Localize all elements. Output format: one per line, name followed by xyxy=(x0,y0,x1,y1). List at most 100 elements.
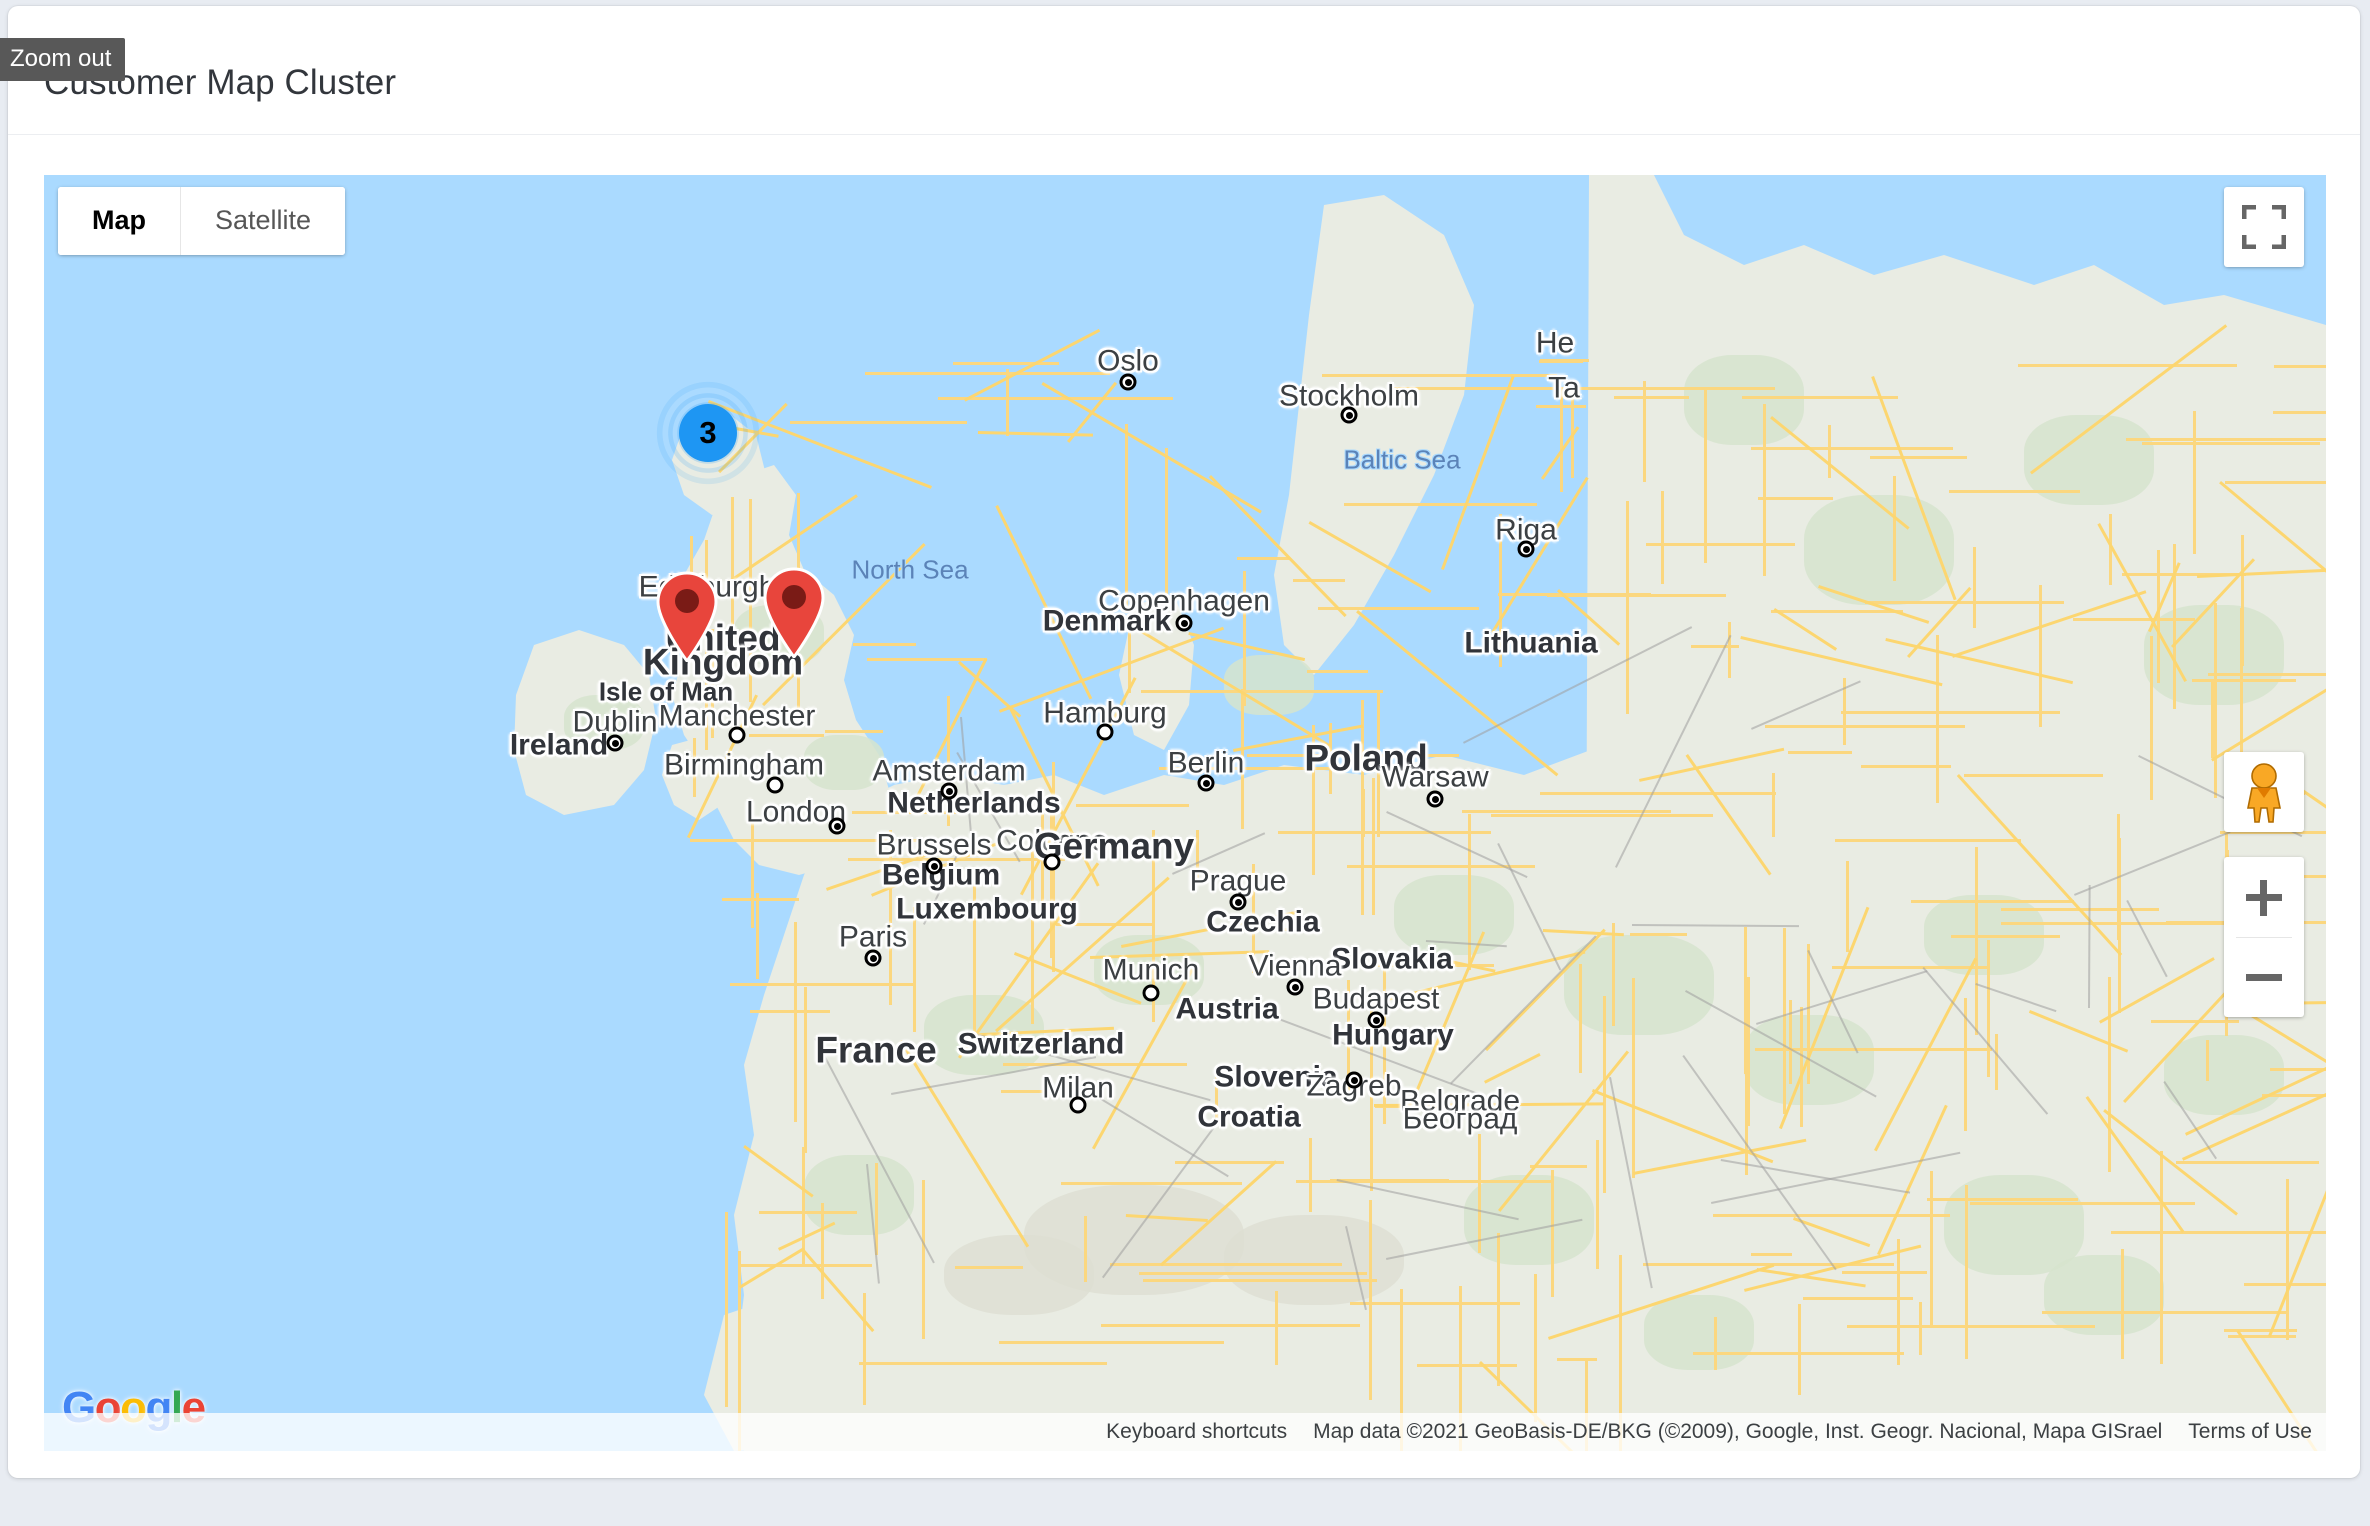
zoom-out-button[interactable] xyxy=(2224,937,2304,1017)
map-terrain xyxy=(1361,788,1365,837)
keyboard-shortcuts-link[interactable]: Keyboard shortcuts xyxy=(1106,1420,1287,1444)
map-terrain xyxy=(1462,809,1672,813)
map-terrain xyxy=(1224,655,1314,715)
terms-of-use-link[interactable]: Terms of Use xyxy=(2188,1420,2312,1444)
map-terrain xyxy=(1692,1352,1904,1356)
map-terrain xyxy=(1965,1185,1969,1359)
city-dot xyxy=(728,726,746,744)
map-terrain xyxy=(2044,1255,2164,1335)
map-attribution-bar: Keyboard shortcuts Map data ©2021 GeoBas… xyxy=(44,1413,2326,1451)
map-terrain xyxy=(1417,1364,1517,1368)
map-terrain xyxy=(1308,1138,1312,1212)
map-terrain xyxy=(2192,678,2296,682)
map-terrain xyxy=(1369,1200,1373,1400)
map-terrain xyxy=(1246,754,1459,758)
customer-pin-wales[interactable] xyxy=(654,570,720,664)
zoom-in-button[interactable] xyxy=(2224,857,2304,937)
fullscreen-icon[interactable] xyxy=(2224,187,2304,267)
map-terrain xyxy=(1055,923,1156,927)
map-terrain xyxy=(1498,514,1502,667)
google-map[interactable]: OsloStockholmBaltic SeaRigaNorth SeaEdin… xyxy=(44,175,2326,1451)
map-terrain xyxy=(1165,447,1169,605)
map-terrain xyxy=(1762,403,1766,577)
zoom-out-tooltip: Zoom out xyxy=(0,38,126,81)
map-terrain xyxy=(1827,424,1831,478)
city-dot xyxy=(1229,893,1247,911)
map-terrain xyxy=(1840,710,2061,714)
map-terrain xyxy=(1241,689,1245,829)
map-terrain xyxy=(2273,410,2326,414)
map-terrain xyxy=(1541,387,1775,391)
map-terrain xyxy=(731,496,735,676)
map-terrain xyxy=(1534,1273,1538,1423)
map-terrain xyxy=(1343,503,1538,507)
map-terrain xyxy=(1174,1161,1284,1165)
map-terrain xyxy=(1237,556,1290,560)
map-terrain xyxy=(944,1235,1094,1315)
map-terrain xyxy=(1368,374,1465,378)
map-terrain xyxy=(1306,669,1369,673)
map-terrain xyxy=(1292,578,1346,582)
city-dot xyxy=(1197,774,1215,792)
map-terrain xyxy=(2017,363,2237,367)
map-terrain xyxy=(1556,1358,1597,1362)
map-terrain xyxy=(1001,1090,1096,1094)
map-terrain xyxy=(1277,831,1492,835)
map-type-map-button[interactable]: Map xyxy=(58,187,180,255)
map-terrain xyxy=(1142,1278,1377,1282)
map-terrain xyxy=(859,1361,1108,1365)
map-terrain xyxy=(1797,1304,1801,1395)
map-terrain xyxy=(1274,1290,1278,1366)
map-terrain xyxy=(1490,813,1714,817)
map-terrain xyxy=(1498,593,1651,597)
map-terrain xyxy=(1660,491,1664,584)
map-type-control[interactable]: Map Satellite xyxy=(58,187,346,255)
map-terrain xyxy=(1370,1002,1374,1191)
map-terrain xyxy=(1911,899,2074,903)
pegman-icon[interactable] xyxy=(2224,752,2304,832)
map-cluster-marker[interactable]: 3 xyxy=(679,404,737,462)
city-dot xyxy=(1367,1011,1385,1029)
map-terrain xyxy=(1614,396,1690,400)
map-terrain xyxy=(1930,1170,1934,1326)
map-terrain xyxy=(973,879,977,1033)
map-terrain xyxy=(1497,1232,1501,1386)
map-terrain xyxy=(2205,1039,2209,1082)
map-terrain xyxy=(2243,1283,2326,1287)
city-dot xyxy=(1096,723,1114,741)
map-terrain xyxy=(1834,838,2022,842)
map-terrain xyxy=(2039,585,2043,728)
city-dot xyxy=(1517,540,1535,558)
map-terrain xyxy=(1742,396,1898,400)
map-card: Customer Map Cluster Oslo Stockholm Baltic… xyxy=(8,6,2360,1478)
map-terrain xyxy=(1750,1252,1792,1256)
map-terrain xyxy=(2117,838,2121,1014)
map-type-satellite-button[interactable]: Satellite xyxy=(180,187,346,255)
city-dot xyxy=(940,782,958,800)
map-terrain xyxy=(1596,1139,1600,1269)
city-dot xyxy=(1142,984,1160,1002)
map-terrain xyxy=(1751,446,1953,450)
city-dot xyxy=(1175,614,1193,632)
map-terrain xyxy=(938,397,1173,401)
map-terrain xyxy=(864,371,1111,375)
map-terrain xyxy=(1846,860,1850,953)
map-terrain xyxy=(1578,964,1582,1074)
map-terrain xyxy=(1076,804,1189,808)
city-dot xyxy=(1426,790,1444,808)
map-terrain xyxy=(2149,635,2153,801)
map-terrain xyxy=(2073,618,2195,622)
map-canvas[interactable]: OsloStockholmBaltic SeaRigaNorth SeaEdin… xyxy=(44,175,2326,1451)
map-terrain xyxy=(1832,965,1989,969)
city-dot xyxy=(1345,1071,1363,1089)
city-dot xyxy=(766,776,784,794)
map-terrain xyxy=(1478,1134,1482,1254)
city-dot xyxy=(1119,373,1137,391)
map-terrain xyxy=(1139,1272,1368,1276)
zoom-control[interactable] xyxy=(2224,857,2304,1017)
customer-pin-london[interactable] xyxy=(761,566,827,660)
map-terrain xyxy=(2208,673,2326,677)
map-terrain xyxy=(862,1292,866,1405)
city-dot xyxy=(1069,1096,1087,1114)
map-terrain xyxy=(1084,1215,1088,1282)
